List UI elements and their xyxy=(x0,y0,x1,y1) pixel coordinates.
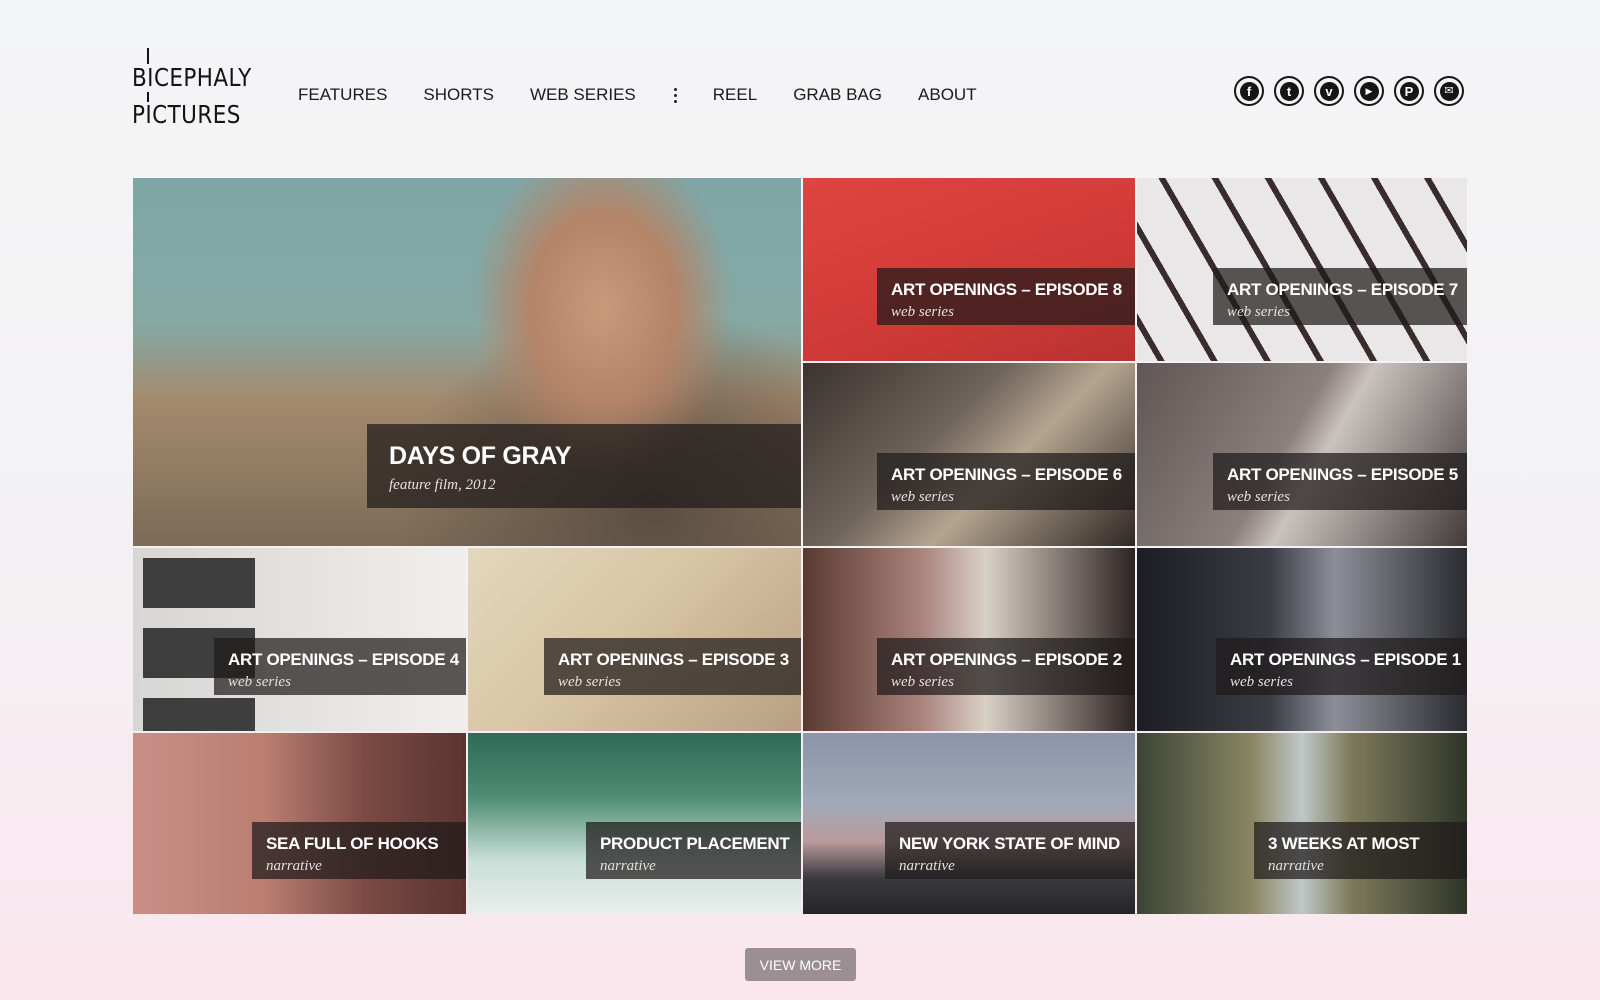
tile-caption: 3 WEEKS AT MOST narrative xyxy=(1254,822,1467,879)
view-more-button[interactable]: VIEW MORE xyxy=(745,948,856,981)
tile-caption: NEW YORK STATE OF MIND narrative xyxy=(885,822,1135,879)
youtube-glyph: ▶ xyxy=(1359,81,1379,101)
tile-subtitle: web series xyxy=(891,304,954,320)
nav-about[interactable]: ABOUT xyxy=(918,85,977,105)
vimeo-icon[interactable]: v xyxy=(1314,76,1344,106)
tile-art-openings-episode-5[interactable]: ART OPENINGS – EPISODE 5 web series xyxy=(1137,363,1467,546)
tile-sea-full-of-hooks[interactable]: SEA FULL OF HOOKS narrative xyxy=(133,733,466,914)
tile-3-weeks-at-most[interactable]: 3 WEEKS AT MOST narrative xyxy=(1137,733,1467,914)
tile-days-of-gray[interactable]: DAYS OF GRAY feature film, 2012 xyxy=(133,178,801,546)
tile-title: PRODUCT PLACEMENT xyxy=(600,834,790,853)
tile-title: ART OPENINGS – EPISODE 2 xyxy=(891,650,1122,669)
tile-subtitle: web series xyxy=(1230,674,1293,690)
twitter-glyph: t xyxy=(1279,81,1299,101)
tile-caption: ART OPENINGS – EPISODE 5 web series xyxy=(1213,453,1467,510)
pinterest-glyph: P xyxy=(1399,81,1419,101)
tile-title: DAYS OF GRAY xyxy=(389,442,572,470)
tile-title: ART OPENINGS – EPISODE 3 xyxy=(558,650,789,669)
main-nav: FEATURES SHORTS WEB SERIES REEL GRAB BAG… xyxy=(298,84,1013,106)
email-icon[interactable]: ✉ xyxy=(1434,76,1464,106)
youtube-icon[interactable]: ▶ xyxy=(1354,76,1384,106)
nav-separator-dots-icon xyxy=(673,87,677,103)
tile-title: ART OPENINGS – EPISODE 8 xyxy=(891,280,1122,299)
tile-title: ART OPENINGS – EPISODE 1 xyxy=(1230,650,1461,669)
tile-caption: ART OPENINGS – EPISODE 4 web series xyxy=(214,638,466,695)
social-links: f t v ▶ P ✉ xyxy=(1234,76,1464,106)
tile-title: 3 WEEKS AT MOST xyxy=(1268,834,1420,853)
video-grid: DAYS OF GRAY feature film, 2012 ART OPEN… xyxy=(133,178,1467,914)
logo-line-1: BICEPHALY xyxy=(132,63,252,92)
tile-new-york-state-of-mind[interactable]: NEW YORK STATE OF MIND narrative xyxy=(803,733,1135,914)
twitter-icon[interactable]: t xyxy=(1274,76,1304,106)
tile-title: NEW YORK STATE OF MIND xyxy=(899,834,1121,853)
tile-subtitle: narrative xyxy=(1268,858,1324,874)
tile-subtitle: narrative xyxy=(899,858,955,874)
tile-caption: ART OPENINGS – EPISODE 7 web series xyxy=(1213,268,1467,325)
tile-title: SEA FULL OF HOOKS xyxy=(266,834,439,853)
tile-caption: ART OPENINGS – EPISODE 1 web series xyxy=(1216,638,1467,695)
facebook-icon[interactable]: f xyxy=(1234,76,1264,106)
tile-subtitle: web series xyxy=(891,489,954,505)
tile-caption: PRODUCT PLACEMENT narrative xyxy=(586,822,801,879)
tile-subtitle: feature film, 2012 xyxy=(389,477,496,493)
nav-reel[interactable]: REEL xyxy=(713,85,757,105)
pinterest-icon[interactable]: P xyxy=(1394,76,1424,106)
tile-art-openings-episode-1[interactable]: ART OPENINGS – EPISODE 1 web series xyxy=(1137,548,1467,731)
tile-caption: DAYS OF GRAY feature film, 2012 xyxy=(367,424,801,508)
tile-art-openings-episode-3[interactable]: ART OPENINGS – EPISODE 3 web series xyxy=(468,548,801,731)
vimeo-glyph: v xyxy=(1319,81,1339,101)
tile-subtitle: narrative xyxy=(266,858,322,874)
email-glyph: ✉ xyxy=(1439,81,1459,101)
facebook-glyph: f xyxy=(1239,81,1259,101)
tile-title: ART OPENINGS – EPISODE 6 xyxy=(891,465,1122,484)
tile-caption: ART OPENINGS – EPISODE 8 web series xyxy=(877,268,1135,325)
tile-art-openings-episode-6[interactable]: ART OPENINGS – EPISODE 6 web series xyxy=(803,363,1135,546)
tile-art-openings-episode-8[interactable]: ART OPENINGS – EPISODE 8 web series xyxy=(803,178,1135,361)
tile-subtitle: web series xyxy=(1227,304,1290,320)
tile-caption: ART OPENINGS – EPISODE 6 web series xyxy=(877,453,1135,510)
nav-shorts[interactable]: SHORTS xyxy=(423,85,494,105)
tile-subtitle: web series xyxy=(228,674,291,690)
tile-product-placement[interactable]: PRODUCT PLACEMENT narrative xyxy=(468,733,801,914)
tile-title: ART OPENINGS – EPISODE 7 xyxy=(1227,280,1458,299)
logo-mark-top xyxy=(147,48,149,64)
tile-subtitle: web series xyxy=(1227,489,1290,505)
tile-title: ART OPENINGS – EPISODE 4 xyxy=(228,650,459,669)
tile-subtitle: web series xyxy=(891,674,954,690)
tile-art-openings-episode-2[interactable]: ART OPENINGS – EPISODE 2 web series xyxy=(803,548,1135,731)
logo-line-2: PICTURES xyxy=(132,100,241,129)
logo[interactable]: BICEPHALY PICTURES xyxy=(132,48,252,132)
tile-caption: SEA FULL OF HOOKS narrative xyxy=(252,822,466,879)
tile-subtitle: web series xyxy=(558,674,621,690)
nav-features[interactable]: FEATURES xyxy=(298,85,387,105)
tile-subtitle: narrative xyxy=(600,858,656,874)
tile-caption: ART OPENINGS – EPISODE 2 web series xyxy=(877,638,1135,695)
tile-caption: ART OPENINGS – EPISODE 3 web series xyxy=(544,638,801,695)
nav-web-series[interactable]: WEB SERIES xyxy=(530,85,636,105)
tile-art-openings-episode-4[interactable]: ART OPENINGS – EPISODE 4 web series xyxy=(133,548,466,731)
tile-art-openings-episode-7[interactable]: ART OPENINGS – EPISODE 7 web series xyxy=(1137,178,1467,361)
tile-title: ART OPENINGS – EPISODE 5 xyxy=(1227,465,1458,484)
nav-grab-bag[interactable]: GRAB BAG xyxy=(793,85,882,105)
